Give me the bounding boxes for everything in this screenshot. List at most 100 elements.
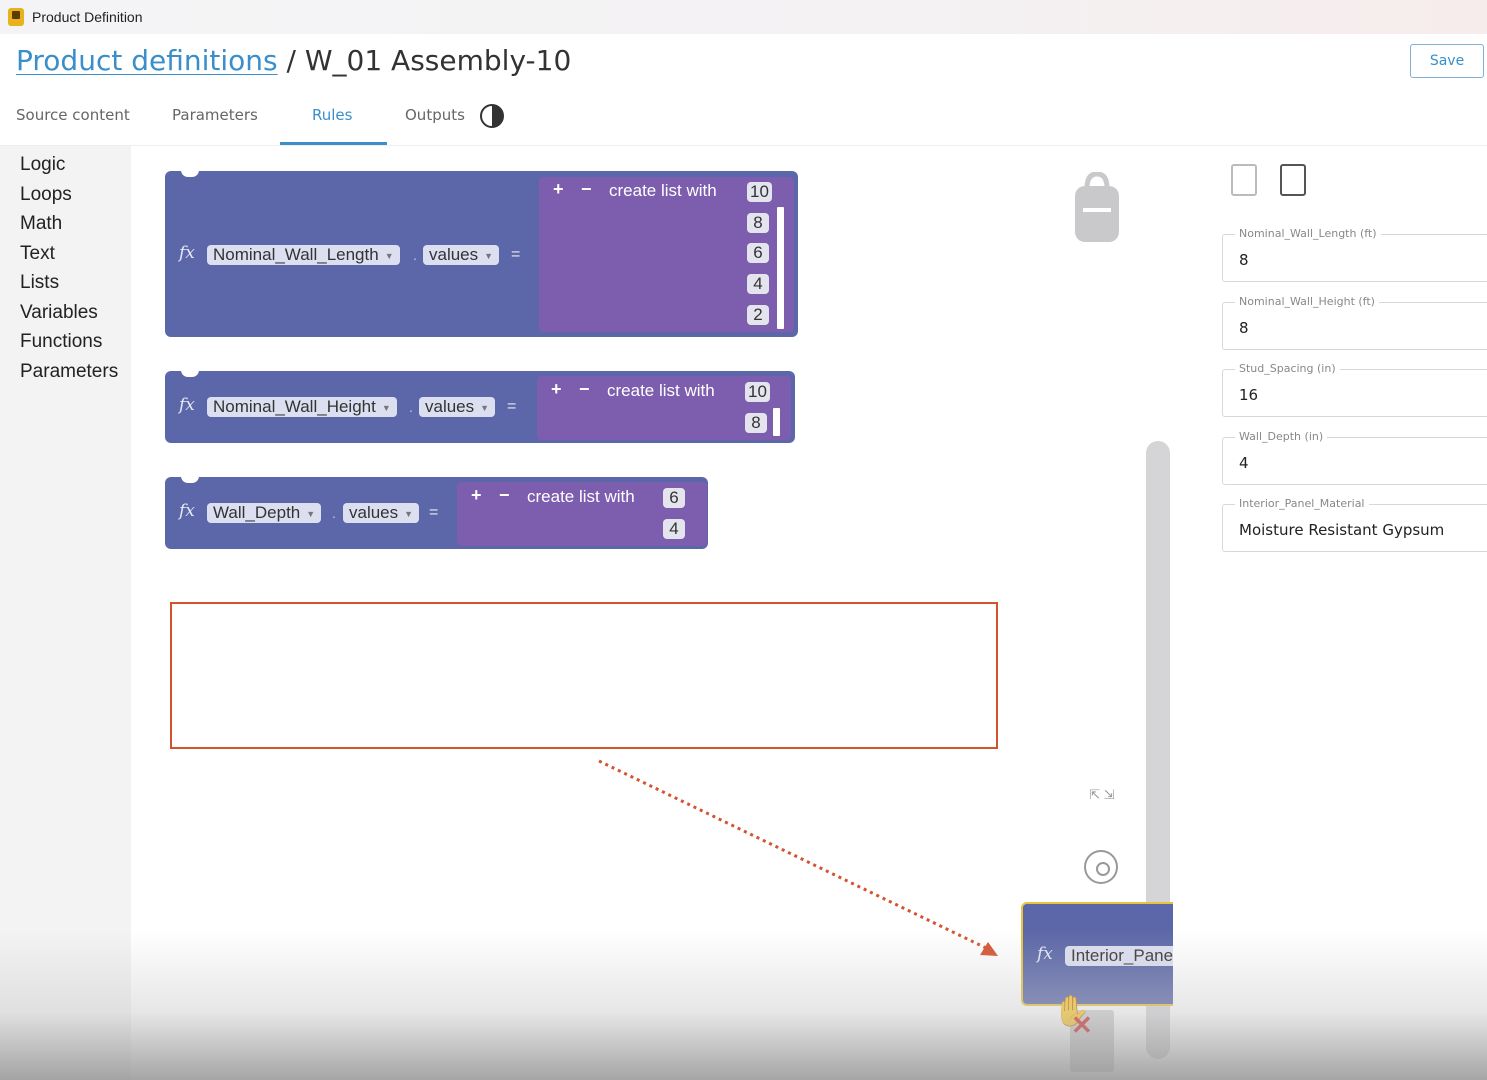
parameter-dropdown[interactable]: Wall_Depth ▼ [207, 503, 322, 523]
list-item[interactable]: 10 [745, 382, 770, 402]
remove-item-button[interactable]: − [499, 485, 510, 506]
category-lists[interactable]: Lists [20, 272, 59, 294]
category-loops[interactable]: Loops [20, 184, 72, 206]
equals-sign: = [429, 504, 439, 521]
category-math[interactable]: Math [20, 213, 62, 235]
field-label: Stud_Spacing (in) [1235, 362, 1340, 375]
equals-sign: = [511, 246, 521, 263]
backpack-icon[interactable] [1073, 172, 1121, 242]
dot-separator: . [413, 247, 417, 263]
parameter-name: Nominal_Wall_Height [213, 397, 376, 416]
create-list-block[interactable]: + − create list with 10 8 6 4 2 [539, 177, 794, 332]
fit-to-screen-icon[interactable]: ⇱ ⇲ [1086, 788, 1118, 820]
chevron-down-icon: ▼ [480, 402, 490, 413]
list-item[interactable]: 4 [747, 274, 769, 294]
tab-bar: Source content Parameters Rules Outputs [0, 94, 1487, 146]
add-item-button[interactable]: + [553, 179, 564, 200]
list-item[interactable]: 6 [663, 488, 685, 508]
chevron-down-icon: ▼ [384, 250, 394, 261]
create-list-label: create list with [609, 181, 717, 200]
field-value: 8 [1239, 319, 1249, 337]
field-nominal-wall-length[interactable]: Nominal_Wall_Length (ft) 8 [1222, 227, 1487, 282]
document-refresh-icon[interactable] [1280, 164, 1306, 196]
contrast-icon[interactable] [480, 104, 504, 128]
dot-separator: . [332, 505, 336, 521]
save-button[interactable]: Save [1410, 44, 1484, 78]
function-icon: fx [1037, 944, 1053, 964]
app-icon [8, 8, 24, 26]
parameter-name: Wall_Depth [213, 503, 301, 522]
page-header: Product definitions / W_01 Assembly-10 S… [0, 34, 1487, 94]
create-list-block[interactable]: + − create list with 10 8 [537, 376, 791, 440]
close-icon: ✕ [1071, 1010, 1093, 1040]
category-logic[interactable]: Logic [20, 154, 65, 176]
equals-sign: = [507, 398, 517, 415]
field-value: Moisture Resistant Gypsum [1239, 521, 1445, 539]
chevron-down-icon: ▼ [404, 508, 414, 519]
field-wall-depth[interactable]: Wall_Depth (in) 4 [1222, 430, 1487, 485]
create-list-block[interactable]: + − create list with 6 4 [457, 482, 707, 546]
toolbox-sidebar: Logic Loops Math Text Lists Variables Fu… [0, 146, 131, 1080]
list-item[interactable]: 10 [747, 182, 772, 202]
list-item[interactable]: 8 [745, 413, 767, 433]
active-tab-indicator [280, 142, 387, 145]
category-functions[interactable]: Functions [20, 331, 102, 353]
field-name: values [429, 245, 479, 264]
field-dropdown[interactable]: values ▼ [423, 245, 500, 265]
field-value: 4 [1239, 454, 1249, 472]
field-label: Nominal_Wall_Length (ft) [1235, 227, 1381, 240]
add-item-button[interactable]: + [551, 379, 562, 400]
chevron-down-icon: ▼ [381, 402, 391, 413]
crosshair-icon[interactable] [1084, 850, 1118, 884]
field-dropdown[interactable]: values ▼ [343, 503, 420, 523]
breadcrumb-link[interactable]: Product definitions [16, 44, 278, 77]
function-icon: fx [179, 501, 195, 521]
document-icon[interactable] [1231, 164, 1257, 196]
rules-workspace[interactable]: fx Nominal_Wall_Length ▼ . values ▼ = + − … [131, 146, 1173, 1080]
parameter-dropdown[interactable]: Interior_Pane [1065, 946, 1173, 966]
remove-item-button[interactable]: − [581, 179, 592, 200]
function-icon: fx [179, 243, 195, 263]
chevron-down-icon: ▼ [306, 508, 316, 519]
tab-rules[interactable]: Rules [312, 106, 352, 124]
list-item[interactable]: 4 [663, 519, 685, 539]
tab-parameters[interactable]: Parameters [172, 106, 258, 124]
dot-separator: . [409, 399, 413, 415]
rule-block-wall-height[interactable]: fx Nominal_Wall_Height ▼ . values ▼ = + − … [165, 370, 795, 443]
field-nominal-wall-height[interactable]: Nominal_Wall_Height (ft) 8 [1222, 295, 1487, 350]
rule-block-wall-length[interactable]: fx Nominal_Wall_Length ▼ . values ▼ = + − … [165, 170, 798, 337]
highlight-rectangle [170, 602, 998, 749]
field-name: values [425, 397, 475, 416]
field-label: Wall_Depth (in) [1235, 430, 1328, 443]
page-title: W_01 Assembly-10 [304, 44, 572, 77]
category-parameters[interactable]: Parameters [20, 361, 118, 383]
field-name: values [349, 503, 399, 522]
breadcrumb: Product definitions / W_01 Assembly-10 [16, 44, 571, 77]
field-label: Interior_Panel_Material [1235, 497, 1369, 510]
breadcrumb-separator: / [277, 44, 305, 77]
tab-source-content[interactable]: Source content [16, 106, 130, 124]
parameter-dropdown[interactable]: Nominal_Wall_Height ▼ [207, 397, 397, 417]
rule-block-wall-depth[interactable]: fx Wall_Depth ▼ . values ▼ = + − create li… [165, 476, 708, 549]
list-item[interactable]: 6 [747, 243, 769, 263]
category-text[interactable]: Text [20, 243, 55, 265]
function-icon: fx [179, 395, 195, 415]
dragged-block[interactable]: fx Interior_Pane [1021, 902, 1173, 1006]
window-title: Product Definition [32, 9, 143, 25]
list-item[interactable]: 8 [747, 213, 769, 233]
list-rail [777, 207, 784, 329]
field-stud-spacing[interactable]: Stud_Spacing (in) 16 [1222, 362, 1487, 417]
parameter-dropdown[interactable]: Nominal_Wall_Length ▼ [207, 245, 400, 265]
title-bar: Product Definition [0, 0, 1487, 34]
field-dropdown[interactable]: values ▼ [419, 397, 496, 417]
tab-outputs[interactable]: Outputs [405, 106, 465, 124]
field-interior-panel-material[interactable]: Interior_Panel_Material Moisture Resista… [1222, 497, 1487, 552]
add-item-button[interactable]: + [471, 485, 482, 506]
field-label: Nominal_Wall_Height (ft) [1235, 295, 1379, 308]
parameter-name: Nominal_Wall_Length [213, 245, 379, 264]
list-item[interactable]: 2 [747, 305, 769, 325]
category-variables[interactable]: Variables [20, 302, 98, 324]
remove-item-button[interactable]: − [579, 379, 590, 400]
annotation-arrow [598, 759, 998, 956]
field-value: 16 [1239, 386, 1259, 404]
